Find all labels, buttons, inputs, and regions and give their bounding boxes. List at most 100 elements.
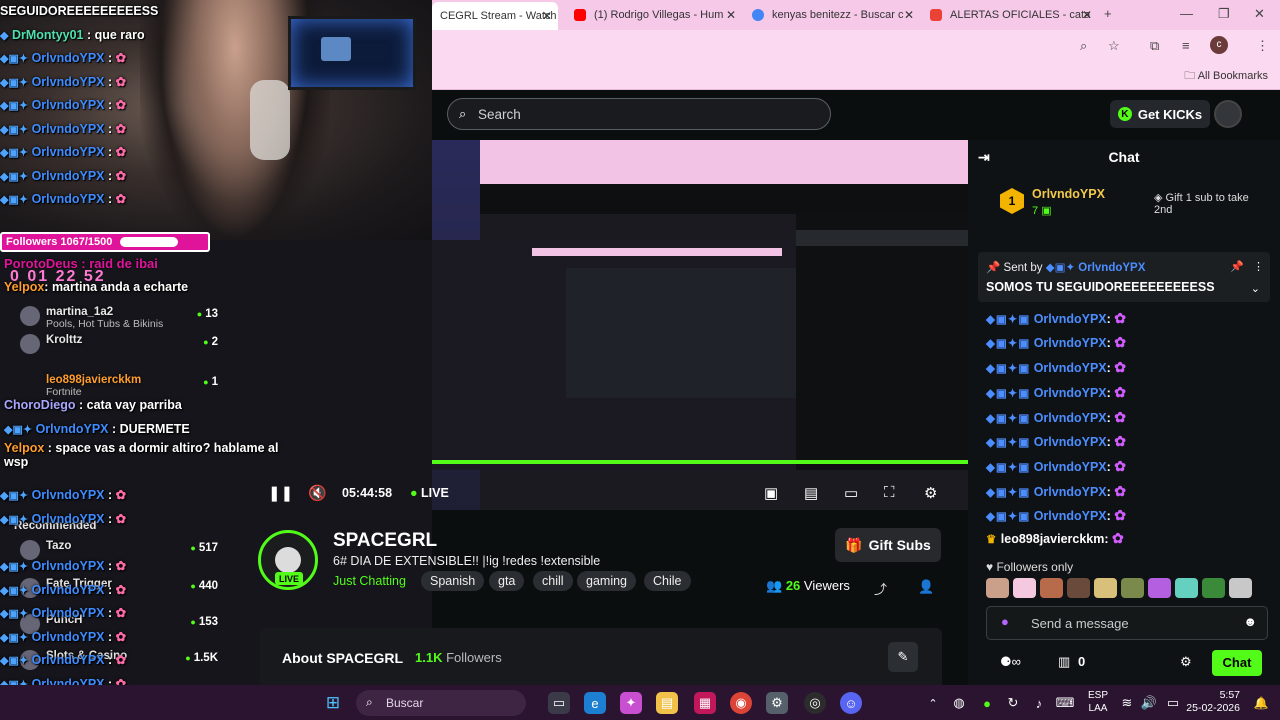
edit-icon[interactable]: ✎ (888, 642, 918, 672)
tag-gta[interactable]: gta (489, 571, 525, 591)
notifications-icon[interactable]: 🔔 (1250, 692, 1272, 714)
send-message-input[interactable]: ● Send a message ☻ (986, 606, 1268, 640)
tray-sync-icon[interactable]: ↻ (1002, 692, 1024, 714)
video-player[interactable] (432, 140, 968, 510)
emote-icon[interactable] (1148, 578, 1171, 598)
chat-user[interactable]: OrlvndoYPX (1034, 460, 1107, 474)
taskbar-search[interactable]: ⌕ Buscar (356, 690, 526, 716)
chat-user[interactable]: OrlvndoYPX (1034, 509, 1107, 523)
tag-gaming[interactable]: gaming (577, 571, 636, 591)
emote-icon[interactable] (1094, 578, 1117, 598)
follow-user-icon[interactable]: 👤 (918, 579, 934, 595)
chevron-up-icon[interactable]: ⌃ (922, 692, 944, 714)
unpin-icon[interactable]: 📌 (1230, 260, 1244, 273)
profile-icon[interactable]: c (1210, 36, 1228, 54)
get-kicks-button[interactable]: K Get KICKs (1110, 100, 1210, 128)
emoji-icon[interactable]: ☻ (1243, 614, 1257, 629)
pause-icon[interactable]: ❚❚ (268, 484, 293, 502)
maximize-icon[interactable]: ❐ (1218, 6, 1230, 22)
volume-icon[interactable]: 🔊 (1138, 692, 1160, 714)
wifi-icon[interactable]: ≋ (1116, 692, 1138, 714)
obs-icon[interactable]: ◎ (804, 692, 826, 714)
discord-icon[interactable]: ☺ (840, 692, 862, 714)
emote-icon[interactable] (1013, 578, 1036, 598)
tray-status-icon[interactable]: ● (976, 692, 998, 714)
emote-icon[interactable] (1121, 578, 1144, 598)
settings-icon[interactable]: ⚙ (766, 692, 788, 714)
pip-icon[interactable]: ▣ (764, 484, 778, 502)
collapse-chat-icon[interactable]: ⇥ (978, 140, 990, 174)
recommended-item[interactable]: leo898javierckkm Fortnite 1 (20, 372, 230, 398)
chat-user[interactable]: OrlvndoYPX (1034, 312, 1107, 326)
new-tab-button[interactable]: + (1104, 6, 1112, 21)
settings-icon[interactable]: ⚙ (924, 484, 937, 502)
system-clock[interactable]: 5:57 25-02-2026 (1186, 689, 1240, 715)
chat-send-button[interactable]: Chat (1212, 650, 1262, 676)
share-icon[interactable]: ⤴ (874, 579, 887, 598)
more-options-icon[interactable]: ⋮ (1253, 260, 1264, 273)
search-input[interactable]: ⌕ Search (447, 98, 831, 130)
chrome-icon[interactable]: ◉ (730, 692, 752, 714)
theater-icon[interactable]: ▭ (844, 484, 858, 502)
minimize-icon[interactable]: — (1180, 6, 1193, 21)
tab-youtube[interactable]: (1) Rodrigo Villegas - Hum ✕ (566, 4, 742, 26)
chat-user[interactable]: leo898javierckkm (1001, 532, 1105, 546)
task-view-icon[interactable]: ▭ (548, 692, 570, 714)
tray-app-icon[interactable]: ◍ (948, 692, 970, 714)
zoom-icon[interactable]: ⌕ (1080, 38, 1087, 54)
channel-name[interactable]: SPACEGRL (333, 530, 437, 552)
mute-icon[interactable]: 🔇 (308, 484, 327, 502)
battery-icon[interactable]: ▭ (1162, 692, 1184, 714)
chat-user[interactable]: OrlvndoYPX (1034, 485, 1107, 499)
tabs-icon[interactable]: ≡ (1182, 38, 1190, 53)
pinned-message[interactable]: 📌 Sent by ◆▣✦ OrlvndoYPX 📌 ⋮ SOMOS TU SE… (978, 252, 1270, 302)
chat-user[interactable]: OrlvndoYPX (1034, 386, 1107, 400)
tag-spanish[interactable]: Spanish (421, 571, 485, 591)
edge-icon[interactable]: e (584, 692, 606, 714)
extensions-icon[interactable]: ⧉ (1150, 38, 1159, 54)
windows-start-icon[interactable]: ⊞ (322, 692, 344, 714)
close-icon[interactable]: ✕ (542, 9, 552, 23)
emote-icon[interactable] (1067, 578, 1090, 598)
address-bar[interactable]: ⌕ ☆ ⧉ ≡ c ⋮ (432, 30, 1280, 62)
clip-icon[interactable]: ▤ (804, 484, 818, 502)
gift-prompt[interactable]: ◈ Gift 1 sub to take 2nd (1154, 192, 1264, 216)
tray-keyboard-icon[interactable]: ⌨ (1054, 692, 1076, 714)
fullscreen-icon[interactable]: ⛶ (884, 484, 895, 501)
store-icon[interactable]: ▦ (694, 692, 716, 714)
user-avatar[interactable] (1214, 100, 1242, 128)
menu-icon[interactable]: ⋮ (1256, 38, 1269, 54)
emote-icon[interactable] (1202, 578, 1225, 598)
close-icon[interactable]: ✕ (726, 8, 736, 22)
kicks-icon[interactable]: ⚈∞ (1000, 654, 1021, 670)
emote-icon[interactable] (1229, 578, 1252, 598)
file-explorer-icon[interactable]: ▤ (656, 692, 678, 714)
tag-chill[interactable]: chill (533, 571, 573, 591)
top-gifter-name[interactable]: OrlvndoYPX (1032, 187, 1105, 201)
emote-icon[interactable] (1175, 578, 1198, 598)
tab-kick-stream[interactable]: CEGRL Stream - Watch ✕ (432, 2, 558, 30)
chat-user[interactable]: OrlvndoYPX (1034, 435, 1107, 449)
microphone-icon[interactable]: ● (1001, 614, 1009, 629)
star-icon[interactable]: ☆ (1108, 38, 1120, 54)
settings-icon[interactable]: ⚙ (1180, 654, 1192, 670)
tray-mic-icon[interactable]: ♪ (1028, 692, 1050, 714)
close-icon[interactable]: ✕ (904, 8, 914, 22)
tab-google[interactable]: kenyas benitezz - Buscar c ✕ (744, 4, 920, 26)
stream-category[interactable]: Just Chatting (333, 574, 406, 588)
chevron-down-icon[interactable]: ⌄ (1251, 282, 1260, 295)
emote-icon[interactable] (986, 578, 1009, 598)
window-close-icon[interactable]: ✕ (1254, 6, 1265, 22)
language-indicator[interactable]: ESP LAA (1088, 689, 1108, 715)
gift-subs-button[interactable]: 🎁 Gift Subs (835, 528, 941, 562)
chat-user[interactable]: OrlvndoYPX (1034, 411, 1107, 425)
chat-user[interactable]: OrlvndoYPX (1034, 361, 1107, 375)
tag-chile[interactable]: Chile (644, 571, 691, 591)
store-icon[interactable]: ▥ (1058, 654, 1070, 670)
all-bookmarks[interactable]: 🗀 All Bookmarks (1184, 67, 1268, 86)
copilot-icon[interactable]: ✦ (620, 692, 642, 714)
emote-icon[interactable] (1040, 578, 1063, 598)
tab-gmail[interactable]: ALERTAS OFICIALES - cata ✕ (922, 4, 1098, 26)
close-icon[interactable]: ✕ (1082, 8, 1092, 22)
recommended-item[interactable]: Krolttz 2 (20, 332, 230, 356)
